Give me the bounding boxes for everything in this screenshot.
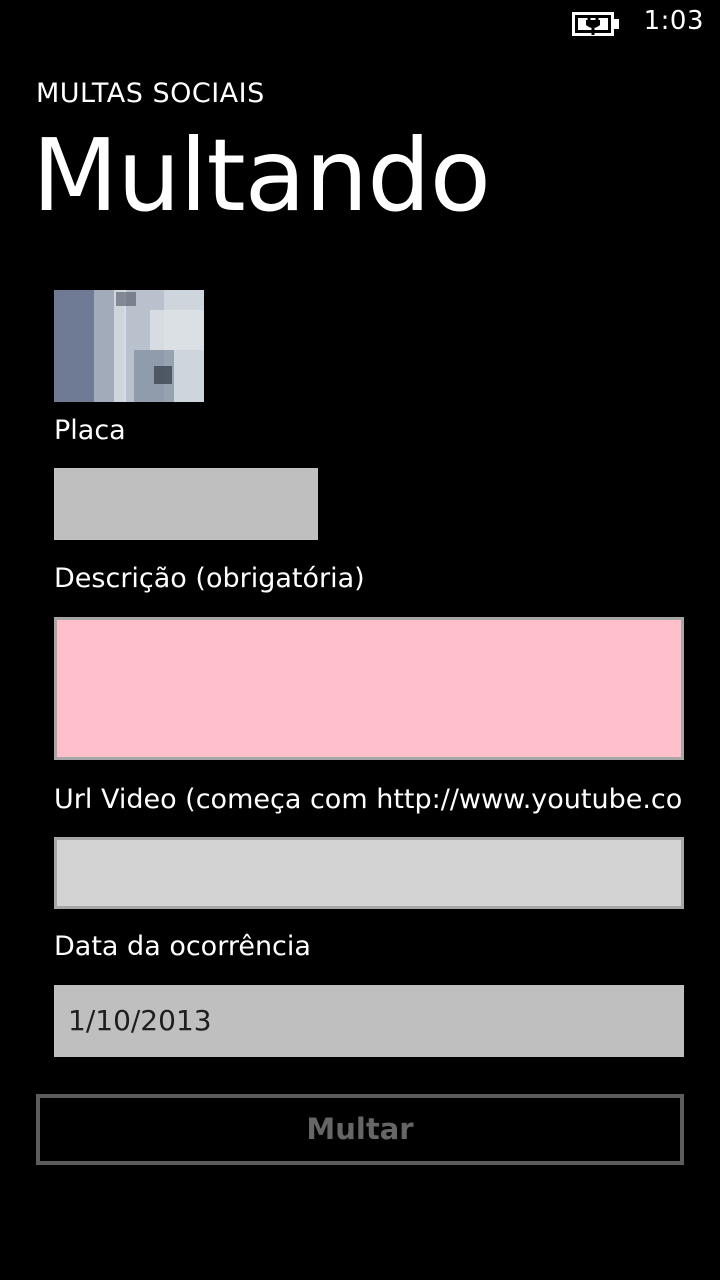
url-video-input[interactable]: [54, 837, 684, 909]
descricao-label: Descrição (obrigatória): [54, 563, 365, 594]
placa-label: Placa: [54, 415, 126, 446]
page-title: Multando: [32, 117, 491, 234]
app-title: MULTAS SOCIAIS: [36, 78, 265, 109]
status-clock: 1:03: [643, 6, 704, 36]
battery-charging-icon: [572, 12, 620, 36]
descricao-input[interactable]: [54, 617, 684, 760]
data-ocorrencia-input[interactable]: 1/10/2013: [54, 985, 684, 1057]
status-bar: 1:03: [0, 0, 720, 48]
url-video-label: Url Video (começa com http://www.youtube…: [54, 784, 684, 815]
multar-button[interactable]: Multar: [36, 1094, 684, 1165]
placa-input[interactable]: [54, 468, 318, 540]
photo-thumbnail[interactable]: [54, 290, 204, 402]
data-ocorrencia-label: Data da ocorrência: [54, 931, 311, 962]
